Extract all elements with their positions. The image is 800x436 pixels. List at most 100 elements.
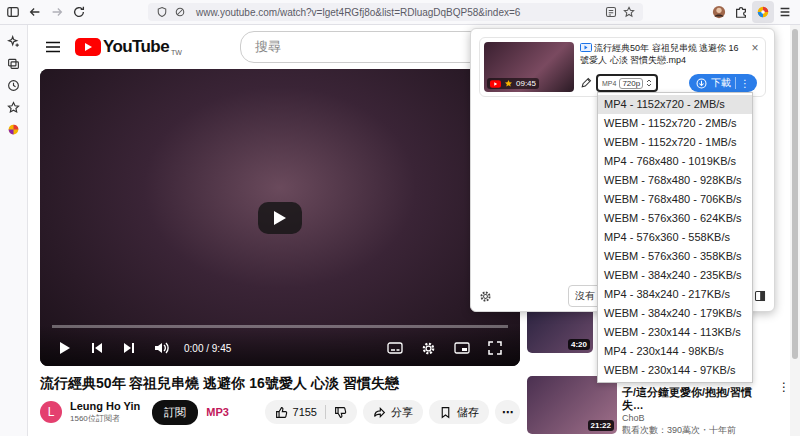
like-dislike-button[interactable]: 7155 [265,400,357,424]
app-menu-button[interactable] [774,1,796,23]
video-duration: 4:20 [568,339,590,350]
format-option[interactable]: WEBM - 576x360 - 358KB/s [598,247,752,266]
settings-gear-icon[interactable] [479,290,492,303]
more-actions-button[interactable]: ⋯ [495,400,520,424]
download-options-button[interactable]: ⋮ [740,78,750,89]
next-icon[interactable] [122,341,136,355]
tabs-icon[interactable] [7,57,20,70]
close-button[interactable]: × [749,42,761,66]
reload-button[interactable] [68,1,90,23]
clock-icon[interactable] [7,79,20,92]
back-button[interactable] [24,1,46,23]
format-option[interactable]: MP4 - 768x480 - 1019KB/s [598,152,752,171]
thumbs-down-icon[interactable] [334,406,347,419]
subscriber-count: 1560位訂閱者 [70,413,140,424]
format-option[interactable]: WEBM - 384x240 - 235KB/s [598,266,752,285]
format-select[interactable]: MP4720p [596,74,658,92]
format-option[interactable]: WEBM - 768x480 - 928KB/s [598,171,752,190]
reload-icon[interactable] [72,5,86,19]
scrollbar-thumb[interactable] [792,29,798,359]
format-option[interactable]: WEBM - 384x240 - 179KB/s [598,304,752,323]
account-avatar-icon[interactable] [712,5,726,19]
forward-button[interactable] [46,1,68,23]
save-button[interactable]: 儲存 [429,400,489,424]
sidebar-toggle[interactable] [2,1,24,23]
format-option[interactable]: WEBM - 576x360 - 624KB/s [598,209,752,228]
permissions-icon[interactable] [174,6,186,18]
progress-bar[interactable] [52,325,508,328]
synced-tabs-button[interactable] [3,52,25,74]
favorite-star-icon[interactable] [504,79,513,88]
page-scrollbar[interactable] [790,25,800,436]
pencil-icon[interactable] [580,77,592,89]
colorful-extension-icon[interactable] [7,123,20,136]
browser-toolbar: www.youtube.com/watch?v=lget4RGfj8o&list… [0,0,800,25]
sparkle-icon[interactable] [7,35,20,48]
recommended-title[interactable]: 子/這分鐘更愛你/抱抱/習慣失… [622,386,773,412]
puzzle-icon[interactable] [734,5,748,19]
channel-name[interactable]: Leung Ho Yin [70,400,140,412]
address-bar[interactable]: www.youtube.com/watch?v=lget4RGfj8o&list… [148,3,643,21]
side-panel-icon[interactable] [754,290,766,302]
extension-panel-button[interactable] [3,118,25,140]
settings-gear-icon[interactable] [421,341,436,356]
youtube-small-icon [490,80,501,88]
share-arrow-icon[interactable] [373,406,386,419]
volume-icon[interactable] [154,341,170,355]
history-button[interactable] [3,74,25,96]
play-icon[interactable] [273,210,287,226]
video-thumbnail[interactable]: 4:20 [527,307,593,353]
video-thumbnail[interactable]: 21:22 [527,376,617,434]
download-thumbnail: 09:45 [484,42,574,92]
downloader-extension-button[interactable] [752,1,774,23]
hamburger-menu-icon[interactable] [778,5,792,19]
browser-window: www.youtube.com/watch?v=lget4RGfj8o&list… [0,0,800,436]
video-player[interactable]: 0:00 / 9:45 [40,69,520,366]
format-option[interactable]: MP4 - 576x360 - 558KB/s [598,228,752,247]
thumbs-up-icon[interactable] [275,406,288,419]
bookmark-star-icon[interactable] [623,6,635,18]
logo-text[interactable]: YouTube [103,37,169,57]
youtube-play-logo-icon[interactable] [75,38,101,56]
star-icon[interactable] [7,101,20,114]
format-option[interactable]: WEBM - 768x480 - 706KB/s [598,190,752,209]
recommended-channel[interactable]: ChoB [622,412,773,424]
forward-arrow-icon[interactable] [50,5,64,19]
subtitles-icon[interactable] [387,341,403,355]
download-label[interactable]: 下載 [711,76,731,90]
format-option[interactable]: WEBM - 1152x720 - 1MB/s [598,133,752,152]
format-option[interactable]: MP4 - 230x144 - 98KB/s [598,342,752,361]
downloader-extension-icon[interactable] [756,5,770,19]
back-arrow-icon[interactable] [28,5,42,19]
share-button[interactable]: 分享 [363,400,423,424]
mp3-button[interactable]: MP3 [206,406,229,418]
format-option[interactable]: WEBM - 230x144 - 113KB/s [598,323,752,342]
save-bookmark-icon[interactable] [439,406,452,419]
recommended-video[interactable]: 21:22子/這分鐘更愛你/抱抱/習慣失…ChoB觀看次數：390萬次・十年前⋮ [527,376,790,436]
previous-icon[interactable] [90,341,104,355]
reader-view-icon[interactable] [605,6,617,18]
center-play-button[interactable] [258,202,302,234]
format-option[interactable]: WEBM - 1152x720 - 2MB/s [598,114,752,133]
play-icon[interactable] [58,341,72,355]
account-button[interactable] [708,1,730,23]
sidebar-toggle-icon[interactable] [6,5,20,19]
url-text[interactable]: www.youtube.com/watch?v=lget4RGfj8o&list… [196,7,520,18]
shield-icon[interactable] [156,6,168,18]
ai-chatbot-button[interactable] [3,30,25,52]
extensions-button[interactable] [730,1,752,23]
subscribe-button[interactable]: 訂閱 [152,400,198,425]
format-option[interactable]: WEBM - 230x144 - 97KB/s [598,361,752,380]
guide-menu-icon[interactable] [45,39,61,55]
channel-avatar[interactable]: L [40,401,62,423]
bookmarks-button[interactable] [3,96,25,118]
miniplayer-icon[interactable] [454,341,470,355]
recommended-more-button[interactable]: ⋮ [778,376,790,436]
fullscreen-icon[interactable] [488,341,502,355]
youtube-logo[interactable]: YouTubeTW [75,37,182,57]
download-button[interactable]: 下載 ⋮ [689,74,757,92]
download-circle-icon[interactable] [696,78,707,89]
quality-chip: 720p [619,78,643,89]
format-option[interactable]: MP4 - 1152x720 - 2MB/s [598,95,752,114]
format-option[interactable]: MP4 - 384x240 - 217KB/s [598,285,752,304]
